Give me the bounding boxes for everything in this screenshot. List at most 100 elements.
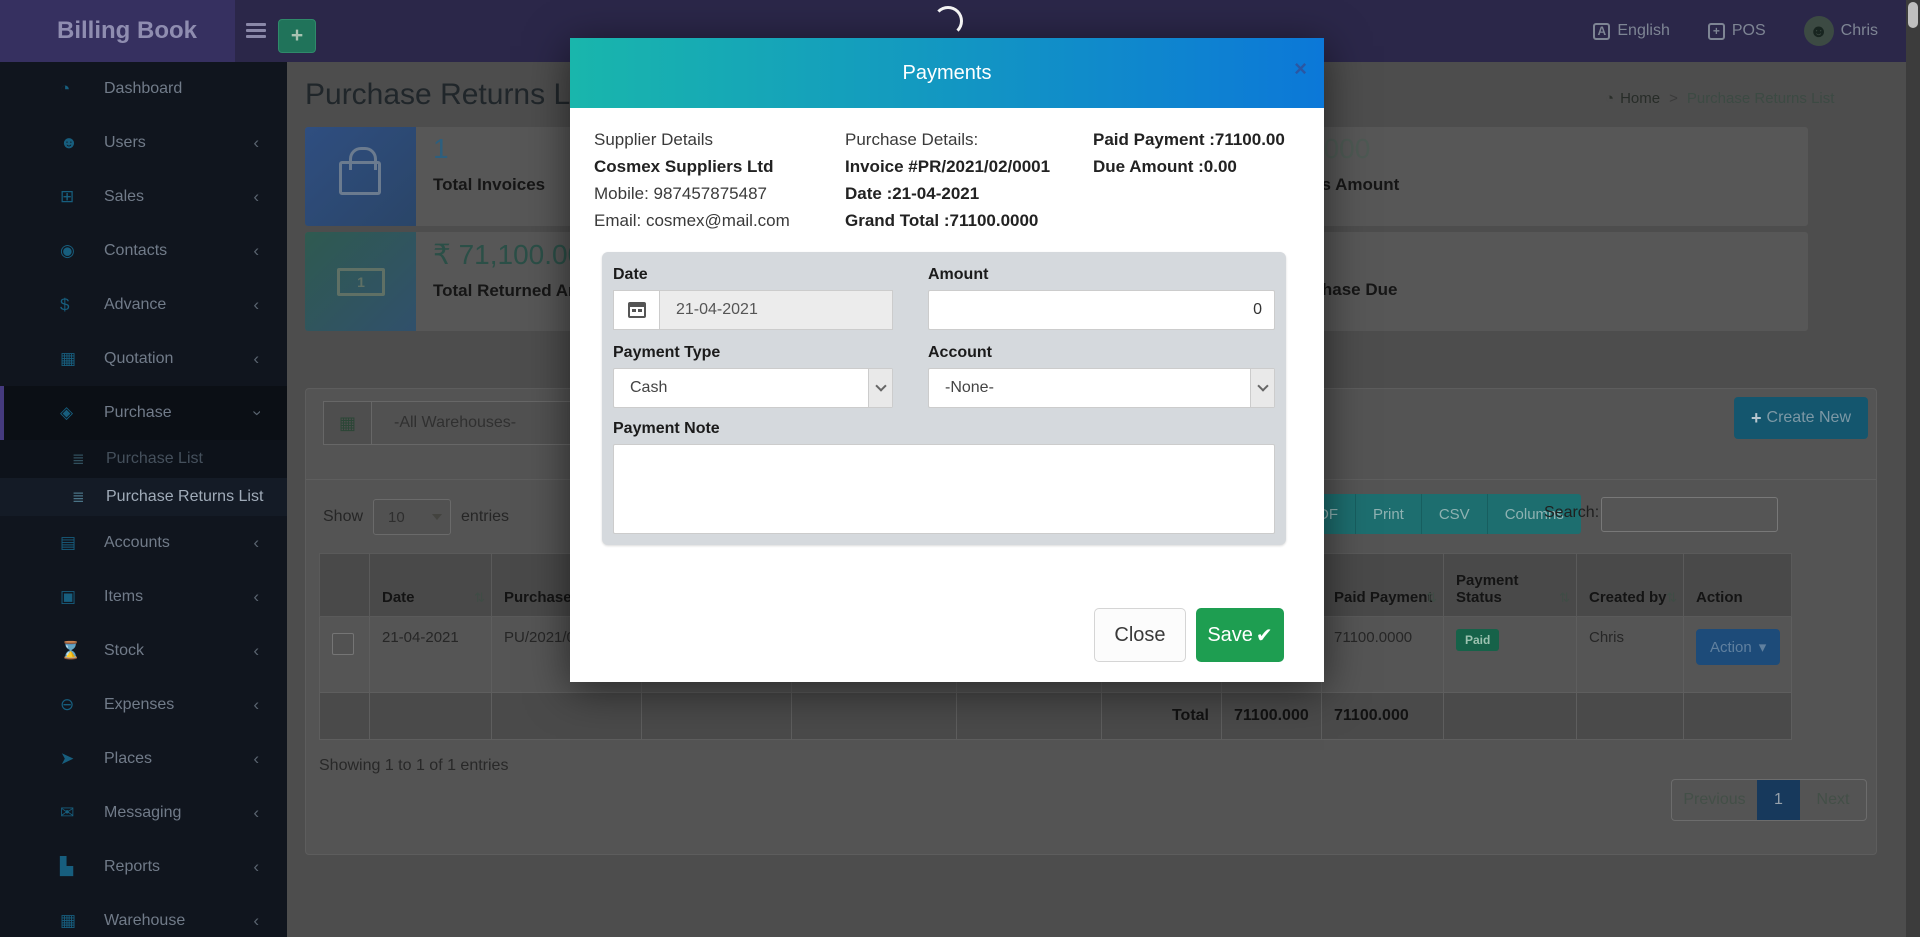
chevron-left-icon: ‹ [253,587,259,607]
sidebar-item-sales[interactable]: ⊞ Sales ‹ [0,170,287,224]
header-created-by[interactable]: Created by⇅ [1577,554,1684,617]
total-invoices-value: 1 [433,133,545,165]
account-label: Account [928,344,992,362]
check-icon: ✔ [1256,623,1273,648]
purchase-date: Date :21-04-2021 [845,180,1050,207]
account-select[interactable]: -None- [928,368,1275,408]
sidebar-item-places[interactable]: ➤ Places ‹ [0,732,287,786]
app-brand: Billing Book [0,0,235,62]
chevron-left-icon: ‹ [253,695,259,715]
sidebar-item-purchase-list[interactable]: ≣ Purchase List [0,440,287,478]
user-menu[interactable]: ☻ Chris [1804,16,1878,46]
dollar-icon: $ [60,295,104,315]
chevron-down-icon: ‹ [246,410,266,416]
language-icon: A [1593,23,1610,40]
entries-label: entries [461,508,509,526]
payment-type-select[interactable]: Cash [613,368,893,408]
row-checkbox[interactable] [332,633,354,655]
caret-down-icon: ▾ [1759,638,1767,656]
sidebar-item-contacts[interactable]: ◉ Contacts ‹ [0,224,287,278]
sidebar-item-users[interactable]: ☻ Users ‹ [0,116,287,170]
close-icon[interactable]: × [1294,58,1307,80]
header-paid-payment[interactable]: Paid Payment⇅ [1322,554,1444,617]
page-scrollbar[interactable] [1906,0,1920,937]
purchase-grand-total: Grand Total :71100.0000 [845,207,1050,234]
calendar-icon[interactable] [613,290,660,330]
header-date[interactable]: Date⇅ [370,554,492,617]
header-action: Action [1684,554,1792,617]
sidebar-item-reports[interactable]: ▙ Reports ‹ [0,840,287,894]
sidebar-item-items[interactable]: ▣ Items ‹ [0,570,287,624]
stock-hourglass-icon: ⌛ [60,641,104,661]
cell-created-by: Chris [1577,617,1684,693]
sales-cart-icon: ⊞ [60,187,104,207]
cell-paid-payment: 71100.0000 [1322,617,1444,693]
expenses-minus-icon: ⊖ [60,695,104,715]
supplier-name: Cosmex Suppliers Ltd [594,153,790,180]
building-icon: ▦ [323,401,372,445]
plus-icon: + [1751,408,1762,429]
chevron-left-icon: ‹ [253,133,259,153]
due-amount-text: Due Amount :0.00 [1093,153,1285,180]
sidebar-item-messaging[interactable]: ✉ Messaging ‹ [0,786,287,840]
sort-icon: ⇅ [1559,590,1570,606]
row-action-button[interactable]: Action▾ [1696,629,1780,665]
search-label: Search: [1544,504,1599,522]
total-invoices-label: Total Invoices [433,175,545,195]
page-length-select[interactable]: 10 [373,499,451,535]
pagination-next[interactable]: Next [1800,780,1866,820]
supplier-mobile: Mobile: 987457875487 [594,180,790,207]
sidebar-item-accounts[interactable]: ▤ Accounts ‹ [0,516,287,570]
payment-note-label: Payment Note [613,420,720,438]
pos-button[interactable]: + POS [1708,22,1766,40]
supplier-heading: Supplier Details [594,126,790,153]
date-label: Date [613,266,648,284]
hamburger-menu-icon[interactable] [246,23,266,39]
messaging-envelope-icon: ✉ [60,803,104,823]
sidebar-item-expenses[interactable]: ⊖ Expenses ‹ [0,678,287,732]
save-button[interactable]: Save ✔ [1196,608,1284,662]
chevron-left-icon: ‹ [253,533,259,553]
amount-label: Amount [928,266,988,284]
chevron-left-icon: ‹ [253,187,259,207]
payments-modal: Payments × Supplier Details Cosmex Suppl… [570,38,1324,682]
payment-type-label: Payment Type [613,344,720,362]
close-button[interactable]: Close [1094,608,1186,662]
sort-icon: ⇅ [1426,590,1437,606]
chevron-left-icon: ‹ [253,295,259,315]
payment-note-field[interactable] [613,444,1275,534]
footer-paid-total: 71100.000 [1322,693,1444,740]
amount-field[interactable] [928,290,1275,330]
sidebar-item-warehouse[interactable]: ▦ Warehouse ‹ [0,894,287,937]
sidebar-item-purchase[interactable]: ◈ Purchase ‹ [0,386,287,440]
purchase-cube-icon: ◈ [60,403,104,423]
page-title: Purchase Returns List [305,78,600,112]
list-icon: ≣ [72,450,106,468]
quick-add-button[interactable]: + [278,19,316,53]
sidebar-item-advance[interactable]: $ Advance ‹ [0,278,287,332]
sidebar-item-purchase-returns-list[interactable]: ≣ Purchase Returns List [0,478,287,516]
csv-button[interactable]: CSV [1422,494,1488,534]
pagination-page-1[interactable]: 1 [1757,780,1800,820]
search-input[interactable] [1601,497,1778,532]
date-field[interactable] [660,290,893,330]
create-new-button[interactable]: + Create New [1734,397,1868,439]
breadcrumb-current: Purchase Returns List [1687,90,1835,107]
sort-icon: ⇅ [474,590,485,606]
sidebar-item-quotation[interactable]: ▦ Quotation ‹ [0,332,287,386]
list-icon: ≣ [72,488,106,506]
scrollbar-thumb[interactable] [1908,2,1918,28]
sort-icon: ⇅ [1666,590,1677,606]
breadcrumb-home-link[interactable]: ◔ Home [1605,90,1660,107]
sidebar-item-dashboard[interactable]: ◔ Dashboard [0,62,287,116]
header-payment-status[interactable]: Payment Status⇅ [1444,554,1577,617]
loading-spinner-icon [933,6,963,36]
language-selector[interactable]: A English [1593,22,1669,40]
supplier-details: Supplier Details Cosmex Suppliers Ltd Mo… [594,126,790,234]
table-info: Showing 1 to 1 of 1 entries [319,757,508,775]
sidebar-item-stock[interactable]: ⌛ Stock ‹ [0,624,287,678]
purchase-details: Purchase Details: Invoice #PR/2021/02/00… [845,126,1050,234]
print-button[interactable]: Print [1356,494,1422,534]
pagination-previous[interactable]: Previous [1672,780,1757,820]
places-plane-icon: ➤ [60,749,104,769]
